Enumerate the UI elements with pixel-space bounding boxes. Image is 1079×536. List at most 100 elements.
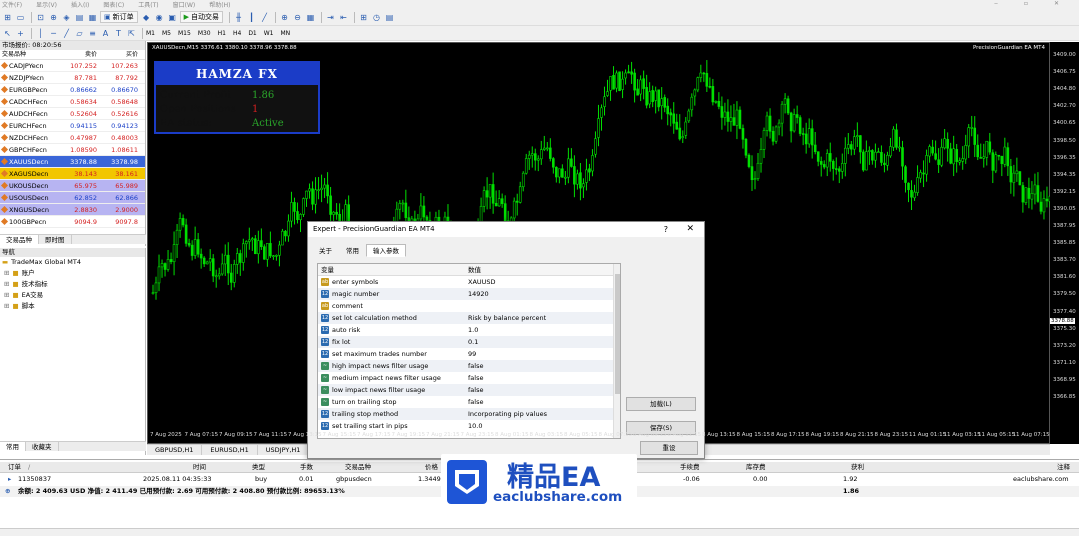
help-icon[interactable]: ?: [664, 222, 668, 237]
scrollbar-thumb[interactable]: [615, 274, 620, 394]
fibonacci-icon[interactable]: ≡: [87, 28, 98, 38]
price-column-header[interactable]: 价格: [425, 462, 438, 473]
zoom-in-icon[interactable]: ⊕: [279, 12, 290, 22]
value-column-header[interactable]: 数值: [468, 264, 481, 276]
swap-column-header[interactable]: 库存费: [746, 462, 766, 473]
navigator-item-scripts[interactable]: ⊞ ■ 脚本: [0, 301, 145, 312]
ask-column-header[interactable]: 买价: [101, 50, 141, 59]
menu-chart[interactable]: 图表(C): [103, 0, 124, 9]
market-watch-row[interactable]: XNGUSDecn 2.8830 2.9000: [0, 204, 145, 216]
navigator-item-indicators[interactable]: ⊞ ■ 技术指标: [0, 279, 145, 290]
menu-insert[interactable]: 插入(I): [71, 0, 89, 9]
data-window-icon[interactable]: ⊕: [48, 12, 59, 22]
tab-usdjpy-h1[interactable]: USDJPY,H1: [258, 445, 310, 455]
market-watch-row[interactable]: AUDCHFecn 0.52604 0.52616: [0, 108, 145, 120]
timeframe-d1[interactable]: D1: [248, 30, 256, 37]
label-icon[interactable]: T: [113, 28, 124, 38]
timeframe-h1[interactable]: H1: [218, 30, 226, 37]
menu-help[interactable]: 帮助(H): [209, 0, 230, 9]
timeframe-m5[interactable]: M5: [162, 30, 171, 37]
market-watch-row[interactable]: XAGUSDecn 38.143 38.161: [0, 168, 145, 180]
navigator-item-accounts[interactable]: ⊞ ■ 账户: [0, 268, 145, 279]
autoscroll-icon[interactable]: ⇤: [338, 12, 349, 22]
profit-column-header[interactable]: 获利: [851, 462, 864, 473]
param-value[interactable]: 1.0: [468, 324, 478, 336]
param-value[interactable]: 99: [468, 348, 476, 360]
market-watch-row[interactable]: NZDJPYecn 87.781 87.792: [0, 72, 145, 84]
symbol-column-header[interactable]: 交易品种: [0, 50, 64, 59]
bid-column-header[interactable]: 卖价: [64, 50, 101, 59]
timeframe-mn[interactable]: MN: [281, 30, 291, 37]
navigator-root[interactable]: ▬ TradeMax Global MT4: [0, 257, 145, 268]
menu-view[interactable]: 显示(V): [36, 0, 57, 9]
input-param-row[interactable]: ~ low impact news filter usage false: [318, 384, 614, 396]
param-value[interactable]: 14920: [468, 288, 489, 300]
market-watch-row[interactable]: CADJPYecn 107.252 107.263: [0, 60, 145, 72]
time-column-header[interactable]: 时间: [193, 462, 206, 473]
text-icon[interactable]: A: [100, 28, 111, 38]
market-watch-row[interactable]: XAUUSDecn 3378.88 3378.98: [0, 156, 145, 168]
input-param-row[interactable]: 12 set maximum trades number 99: [318, 348, 614, 360]
timeframe-m1[interactable]: M1: [146, 30, 155, 37]
param-value[interactable]: XAUUSD: [468, 276, 496, 288]
periods-icon[interactable]: ◷: [371, 12, 382, 22]
tab-about[interactable]: 关于: [312, 244, 339, 257]
input-param-row[interactable]: ab enter symbols XAUUSD: [318, 276, 614, 288]
param-value[interactable]: false: [468, 372, 483, 384]
timeframe-m30[interactable]: M30: [198, 30, 211, 37]
reset-button[interactable]: 重设: [640, 441, 698, 455]
new-chart-icon[interactable]: ⊞: [2, 12, 13, 22]
market-watch-row[interactable]: GBPCHFecn 1.08590 1.08611: [0, 144, 145, 156]
input-param-row[interactable]: 12 trailing stop method Incorporating pip …: [318, 408, 614, 420]
cursor-icon[interactable]: ↖: [2, 28, 13, 38]
menu-tools[interactable]: 工具(T): [138, 0, 158, 9]
market-watch-row[interactable]: EURGBPecn 0.86662 0.86670: [0, 84, 145, 96]
meta-editor-icon[interactable]: ◆: [141, 12, 152, 22]
input-param-row[interactable]: 12 magic number 14920: [318, 288, 614, 300]
market-watch-icon[interactable]: ⊡: [35, 12, 46, 22]
lots-column-header[interactable]: 手数: [300, 462, 313, 473]
timeframe-w1[interactable]: W1: [264, 30, 274, 37]
indicators-icon[interactable]: ⊞: [358, 12, 369, 22]
tab-inputs[interactable]: 输入参数: [366, 244, 406, 257]
templates-icon[interactable]: ▤: [384, 12, 395, 22]
close-icon[interactable]: ✕: [686, 222, 694, 237]
tab-common[interactable]: 常用: [339, 244, 366, 257]
close-icon[interactable]: ✕: [1054, 0, 1059, 7]
navigator-item-expert-advisors[interactable]: ⊞ ■ EA交易: [0, 290, 145, 301]
menu-file[interactable]: 文件(F): [2, 0, 22, 9]
new-order-button[interactable]: ▣ 新订单: [100, 11, 138, 23]
tab-common[interactable]: 常用: [0, 442, 26, 451]
auto-trading-button[interactable]: ▶ 自动交易: [179, 11, 224, 23]
tile-windows-icon[interactable]: ▦: [305, 12, 316, 22]
expand-icon[interactable]: ⊞: [4, 290, 9, 301]
signals-icon[interactable]: ◉: [154, 12, 165, 22]
profiles-icon[interactable]: ▭: [15, 12, 26, 22]
param-value[interactable]: 0.1: [468, 336, 478, 348]
horizontal-line-icon[interactable]: ─: [48, 28, 59, 38]
input-param-row[interactable]: ab comment: [318, 300, 614, 312]
param-value[interactable]: Incorporating pip values: [468, 408, 547, 420]
lock-icon[interactable]: ▣: [167, 12, 178, 22]
commission-column-header[interactable]: 手续费: [680, 462, 700, 473]
line-chart-icon[interactable]: ╱: [259, 12, 270, 22]
input-param-row[interactable]: 12 fix lot 0.1: [318, 336, 614, 348]
comment-column-header[interactable]: 注释: [1057, 462, 1070, 473]
param-value[interactable]: false: [468, 384, 483, 396]
channel-icon[interactable]: ▱: [74, 28, 85, 38]
menu-window[interactable]: 窗口(W): [173, 0, 196, 9]
market-watch-row[interactable]: UKOUSDecn 65.975 65.989: [0, 180, 145, 192]
variable-column-header[interactable]: 变量: [321, 264, 334, 276]
tab-eurusd-h1[interactable]: EURUSD,H1: [202, 445, 258, 455]
input-param-row[interactable]: 12 set trailing start in pips 10.0: [318, 420, 614, 432]
restore-icon[interactable]: ▫: [1024, 0, 1028, 7]
param-value[interactable]: 10.0: [468, 420, 482, 432]
zoom-out-icon[interactable]: ⊖: [292, 12, 303, 22]
tab-favorites[interactable]: 收藏夹: [26, 442, 59, 451]
input-param-row[interactable]: 12 set lot calculation method Risk by bala…: [318, 312, 614, 324]
type-column-header[interactable]: 类型: [252, 462, 265, 473]
vertical-line-icon[interactable]: │: [35, 28, 46, 38]
input-param-row[interactable]: ~ high impact news filter usage false: [318, 360, 614, 372]
market-watch-row[interactable]: EURCHFecn 0.94115 0.94123: [0, 120, 145, 132]
symbol-column-header[interactable]: 交易品种: [345, 462, 371, 473]
